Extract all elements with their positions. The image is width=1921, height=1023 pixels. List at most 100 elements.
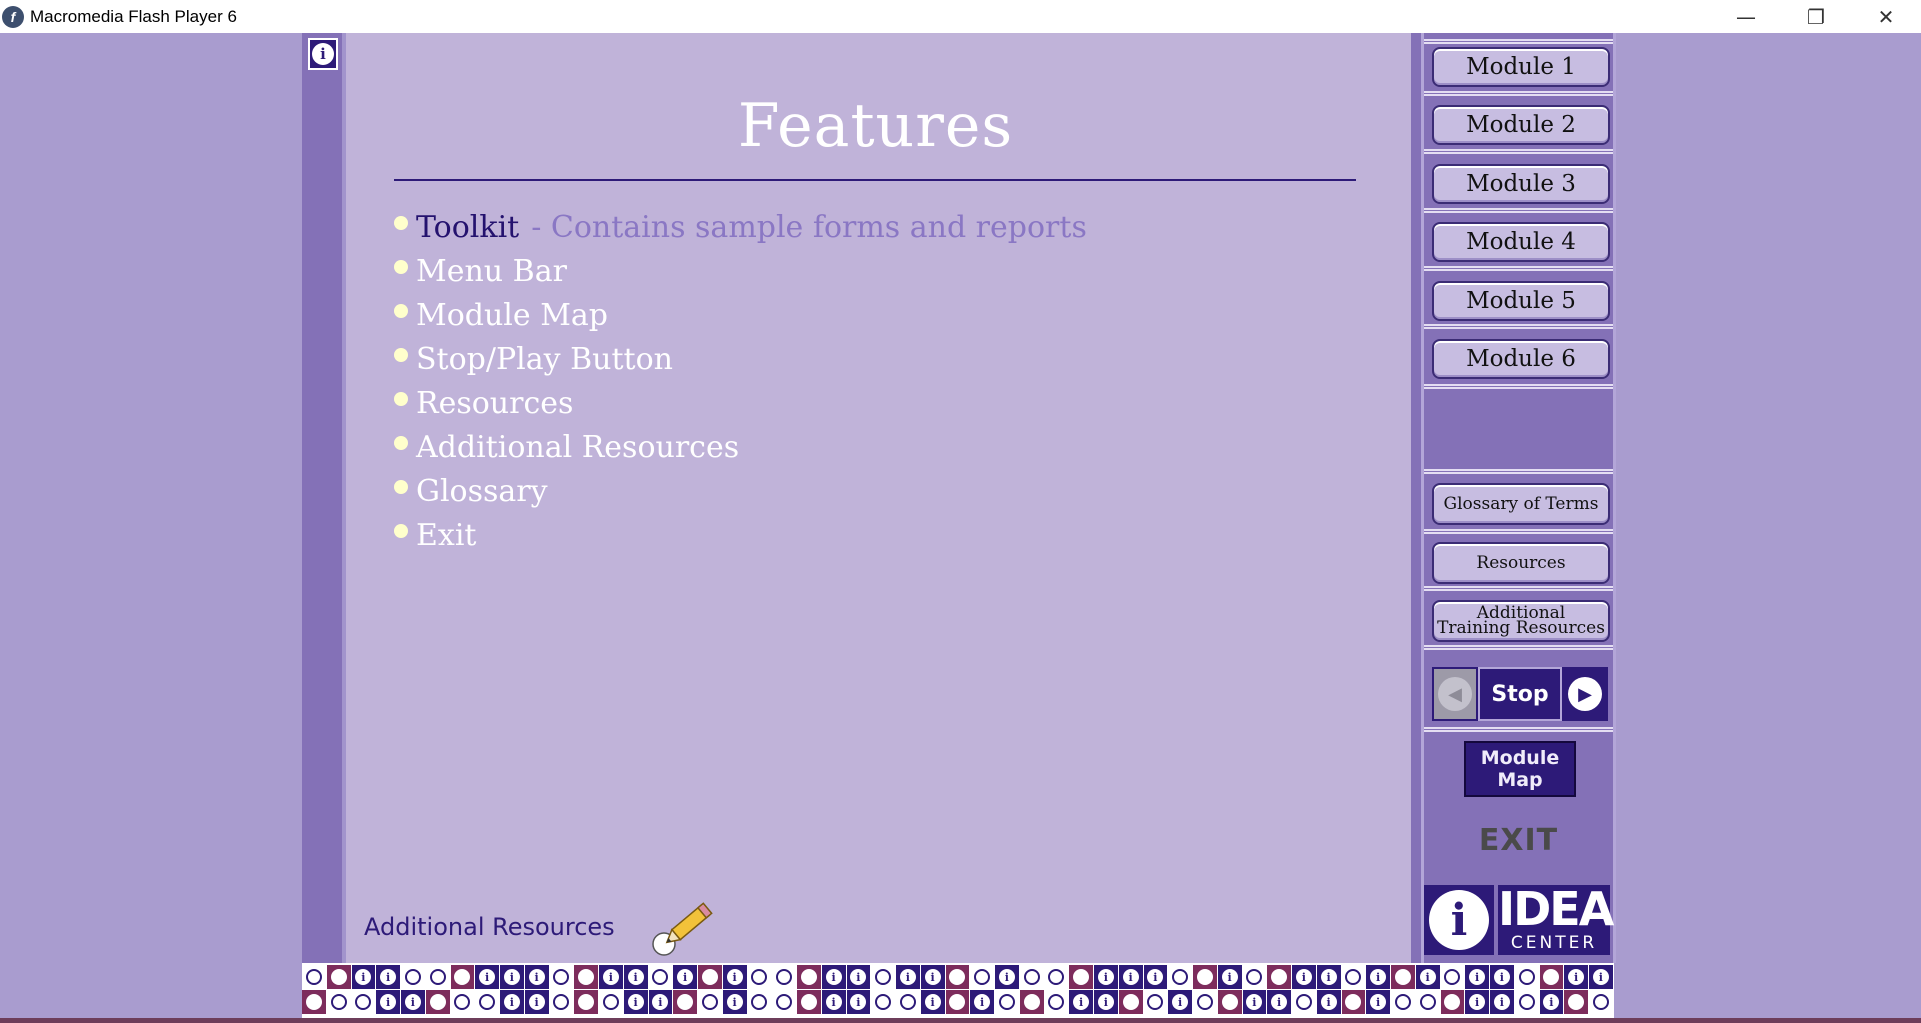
- separator: [1424, 324, 1613, 329]
- button-line-2: Map: [1497, 769, 1543, 791]
- info-icon: i: [1295, 969, 1312, 985]
- info-icon: i: [312, 43, 334, 65]
- feature-label: Glossary: [416, 473, 548, 509]
- circle-icon: [355, 994, 372, 1010]
- footer-pattern-cell: [1143, 990, 1168, 1014]
- window-controls: — ❐ ✕: [1711, 0, 1921, 33]
- footer-pattern-cell: [945, 965, 970, 989]
- previous-button[interactable]: ◀: [1432, 667, 1478, 721]
- taskbar-edge: [0, 1018, 1921, 1023]
- feature-item-stop-play-button[interactable]: Stop/Play Button: [394, 337, 1087, 381]
- next-button[interactable]: ▶: [1562, 667, 1608, 721]
- footer-pattern-cell: [970, 965, 994, 989]
- circle-icon: [1518, 969, 1535, 985]
- info-icon: i: [627, 994, 644, 1010]
- info-icon: i: [1221, 969, 1238, 985]
- footer-pattern-cell: i: [1366, 965, 1390, 989]
- info-button[interactable]: i: [308, 38, 338, 70]
- circle-icon: [1147, 994, 1164, 1010]
- flash-app-icon: f: [2, 5, 24, 28]
- footer-pattern-cell: [475, 990, 499, 1014]
- circle-icon: [429, 969, 446, 985]
- module-3-button[interactable]: Module 3: [1432, 164, 1610, 204]
- info-icon: i: [1592, 969, 1609, 985]
- module-2-button[interactable]: Module 2: [1432, 105, 1610, 145]
- bullet-icon: [394, 260, 408, 274]
- footer-pattern-cell: i: [1168, 990, 1192, 1014]
- module-5-button[interactable]: Module 5: [1432, 281, 1610, 321]
- separator: [1424, 91, 1613, 96]
- circle-icon: [875, 969, 892, 985]
- pencil-icon[interactable]: [650, 888, 720, 958]
- exit-button[interactable]: EXIT: [1424, 823, 1613, 858]
- info-icon: i: [825, 994, 842, 1010]
- footer-pattern-cell: [302, 965, 326, 989]
- feature-label: Menu Bar: [416, 253, 567, 289]
- footer-pattern-cell: [1019, 990, 1044, 1014]
- idea-info-logo: i: [1424, 885, 1494, 955]
- info-icon: i: [924, 994, 941, 1010]
- module-1-button[interactable]: Module 1: [1432, 47, 1610, 87]
- footer-pattern-cell: [1069, 965, 1093, 989]
- features-list: Toolkit - Contains sample forms and repo…: [394, 205, 1087, 557]
- restore-button[interactable]: ❐: [1781, 0, 1851, 33]
- footer-pattern-cell: [1341, 990, 1366, 1014]
- logo-word-center: CENTER: [1510, 933, 1598, 953]
- glossary-of-terms-button[interactable]: Glossary of Terms: [1432, 483, 1610, 525]
- circle-icon: [1246, 969, 1263, 985]
- feature-item-module-map[interactable]: Module Map: [394, 293, 1087, 337]
- circle-icon: [1518, 994, 1535, 1010]
- footer-pattern-cell: i: [623, 965, 648, 989]
- circle-icon: [751, 994, 768, 1010]
- feature-item-glossary[interactable]: Glossary: [394, 469, 1087, 513]
- separator: [1424, 586, 1613, 591]
- next-arrow-icon: ▶: [1568, 677, 1602, 711]
- circle-icon: [404, 969, 421, 985]
- circle-icon: [578, 969, 595, 985]
- info-icon: i: [1469, 969, 1486, 985]
- info-icon: i: [1568, 969, 1585, 985]
- close-button[interactable]: ✕: [1851, 0, 1921, 33]
- feature-item-exit[interactable]: Exit: [394, 513, 1087, 557]
- module-4-button[interactable]: Module 4: [1432, 222, 1610, 262]
- footer-pattern-cell: [1193, 965, 1217, 989]
- feature-item-menu-bar[interactable]: Menu Bar: [394, 249, 1087, 293]
- feature-item-toolkit[interactable]: Toolkit - Contains sample forms and repo…: [394, 205, 1087, 249]
- footer-pattern-cell: [574, 990, 598, 1014]
- info-icon: i: [924, 969, 941, 985]
- feature-item-resources[interactable]: Resources: [394, 381, 1087, 425]
- circle-icon: [776, 969, 793, 985]
- stop-button[interactable]: Stop: [1478, 667, 1562, 721]
- minimize-button[interactable]: —: [1711, 0, 1781, 33]
- footer-pattern-cell: [1440, 990, 1465, 1014]
- footer-pattern-cell: [747, 990, 772, 1014]
- footer-pattern-cell: [871, 965, 895, 989]
- circle-icon: [1023, 969, 1040, 985]
- footer-pattern-cell: [1193, 990, 1217, 1014]
- module-6-button[interactable]: Module 6: [1432, 339, 1610, 379]
- bullet-icon: [394, 524, 408, 538]
- info-icon: i: [1097, 994, 1114, 1010]
- footer-pattern-cell: i: [722, 965, 747, 989]
- module-map-button[interactable]: Module Map: [1464, 741, 1576, 797]
- footer-pattern-cell: i: [648, 990, 673, 1014]
- footer-pattern-cell: [1044, 990, 1069, 1014]
- resources-button[interactable]: Resources: [1432, 542, 1610, 584]
- footer-pattern-cell: [1217, 990, 1242, 1014]
- footer-pattern-cell: [1341, 965, 1366, 989]
- info-icon: i: [1320, 994, 1337, 1010]
- separator: [1424, 529, 1613, 534]
- feature-label: Resources: [416, 385, 574, 421]
- circle-icon: [751, 969, 768, 985]
- separator: [1424, 266, 1613, 271]
- feature-item-additional-resources[interactable]: Additional Resources: [394, 425, 1087, 469]
- footer-pattern-cell: i: [1242, 990, 1267, 1014]
- additional-training-resources-button[interactable]: Additional Training Resources: [1432, 600, 1610, 642]
- info-icon: i: [1271, 994, 1288, 1010]
- circle-icon: [899, 994, 916, 1010]
- circle-icon: [330, 969, 347, 985]
- bullet-icon: [394, 304, 408, 318]
- circle-icon: [553, 969, 570, 985]
- circle-icon: [974, 969, 991, 985]
- footer-pattern-cell: i: [524, 990, 549, 1014]
